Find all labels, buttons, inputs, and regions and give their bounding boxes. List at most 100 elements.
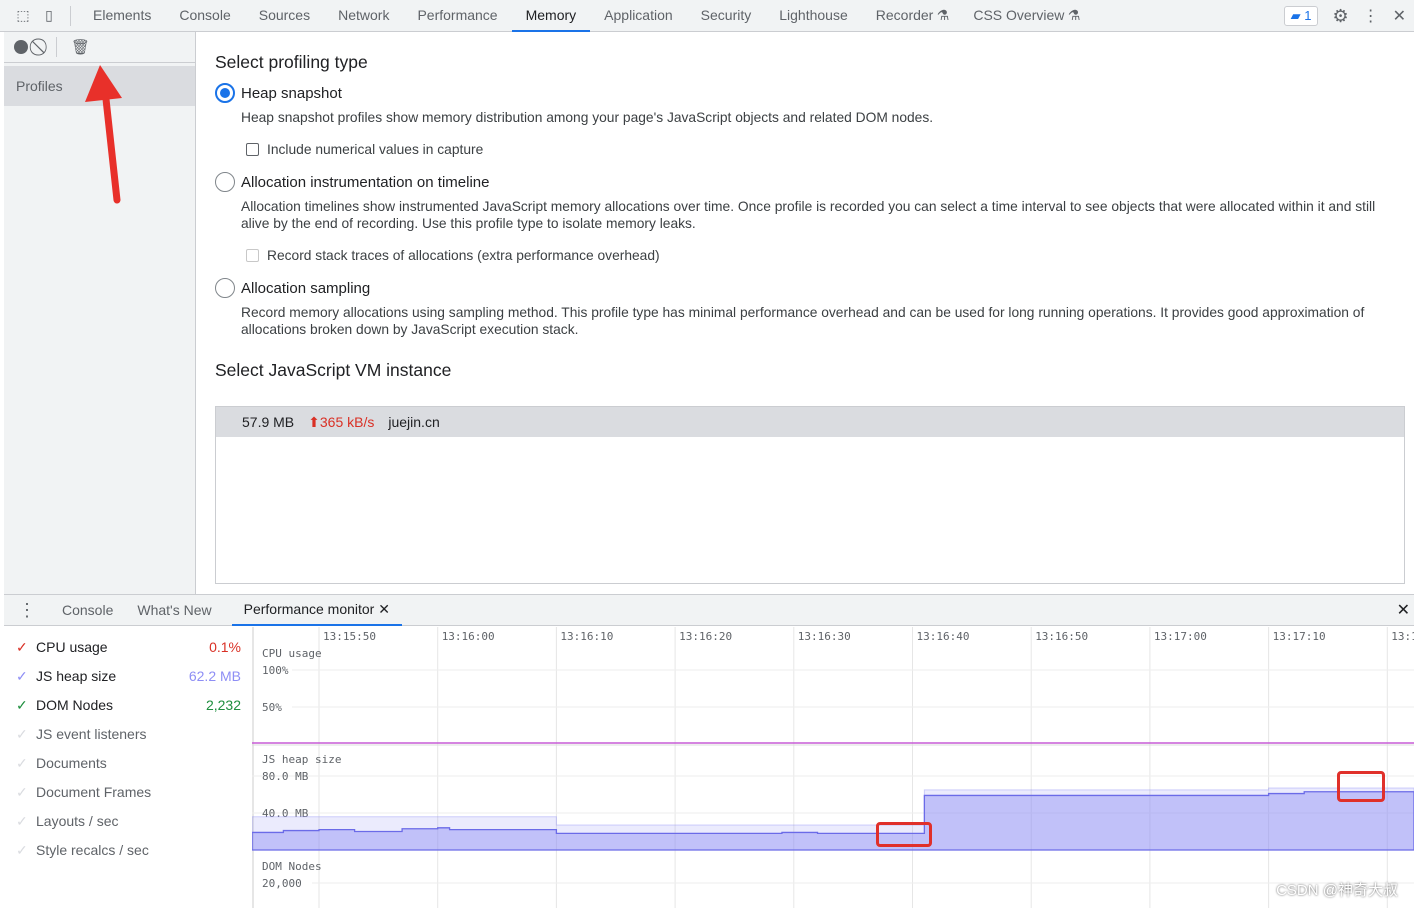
issues-badge[interactable]: ▰ 1 [1283,6,1319,26]
option-description: Allocation timelines show instrumented J… [241,199,1376,231]
check-icon[interactable]: ✓ [16,755,36,772]
checkbox[interactable] [246,249,259,262]
metric-toggle[interactable]: ✓ JS event listeners [16,726,241,743]
metric-label: Document Frames [36,784,152,800]
arrow-up-icon: ⬆ [308,413,320,430]
gear-icon[interactable]: ⚙ [1332,6,1348,27]
time-tick-label: 13:16:50 [1035,630,1088,643]
heap-chart-title: JS heap size [262,753,341,766]
tab-lighthouse[interactable]: Lighthouse [765,0,862,32]
cpu-chart-title: CPU usage [262,647,322,660]
metric-value: 62.2 MB [188,668,241,684]
inspect-element-icon[interactable]: ⬚ [10,7,36,24]
metric-label: Style recalcs / sec [36,842,149,858]
profiling-type-heading: Select profiling type [215,52,368,72]
memory-panel: Select profiling type Heap snapshot Heap… [215,32,1405,381]
dom-chart-title: DOM Nodes [262,860,322,873]
time-tick-label: 13:16:00 [442,630,495,643]
vm-instance-list: 57.9 MB ⬆365 kB/s juejin.cn [215,406,1405,584]
radio-allocation-timeline[interactable]: Allocation instrumentation on timeline [215,172,1405,192]
record-stack-traces-checkbox[interactable]: Record stack traces of allocations (extr… [246,248,1405,263]
close-drawer-icon[interactable]: ✕ [1397,600,1410,620]
experimental-icon: ⚗ [1067,6,1081,23]
more-menu-icon[interactable]: ⋮ [1363,6,1379,26]
trash-icon[interactable]: 🗑 [71,38,90,56]
cpu-tick-label: 50% [262,701,282,714]
red-highlight-box [1337,771,1385,802]
option-description: Heap snapshot profiles show memory distr… [241,110,934,125]
metric-toggle[interactable]: ✓ Document Frames [16,784,241,801]
check-icon[interactable]: ✓ [16,813,36,830]
check-icon[interactable]: ✓ [16,842,36,859]
drawer-tab-console[interactable]: Console [50,595,125,625]
check-icon[interactable]: ✓ [16,668,36,685]
radio-button[interactable] [215,172,235,192]
tab-sources[interactable]: Sources [245,0,324,32]
radio-heap-snapshot[interactable]: Heap snapshot [215,83,1405,103]
radio-allocation-sampling[interactable]: Allocation sampling [215,278,1405,298]
check-icon[interactable]: ✓ [16,639,36,656]
checkbox-label: Include numerical values in capture [267,142,484,157]
metric-label: CPU usage [36,639,108,655]
tab-css-overview[interactable]: CSS Overview ⚗ [959,0,1090,32]
issues-count: 1 [1304,8,1312,23]
option-label: Allocation sampling [241,279,371,297]
close-tab-icon[interactable]: ✕ [378,601,390,617]
time-tick-label: 13:15:50 [323,630,376,643]
tab-elements[interactable]: Elements [79,0,165,32]
radio-button[interactable] [215,278,235,298]
vm-instance-heading: Select JavaScript VM instance [215,360,452,380]
option-label: Allocation instrumentation on timeline [241,173,490,191]
tab-recorder[interactable]: Recorder ⚗ [862,0,960,32]
red-arrow-annotation [85,65,122,204]
metric-value: 2,232 [205,697,241,713]
check-icon[interactable]: ✓ [16,784,36,801]
drawer-tab-performance-monitor[interactable]: Performance monitor ✕ [231,594,402,626]
include-numerical-checkbox[interactable]: Include numerical values in capture [246,142,1405,157]
device-toolbar-icon[interactable]: ▯ [36,7,62,24]
tab-performance[interactable]: Performance [403,0,511,32]
checkbox[interactable] [246,143,259,156]
red-highlight-box [876,822,932,847]
vm-heap-size: 57.9 MB [242,414,295,430]
metric-toggle[interactable]: ✓ Style recalcs / sec [16,842,241,859]
time-tick-label: 13:17:20 [1391,630,1414,643]
divider [70,5,71,26]
time-tick-label: 13:16:30 [798,630,851,643]
close-icon[interactable]: ✕ [1393,6,1406,26]
radio-button[interactable] [215,83,235,103]
tab-console[interactable]: Console [165,0,244,32]
tab-network[interactable]: Network [324,0,403,32]
devtools-tabbar: ⬚ ▯ Elements Console Sources Network Perform… [0,0,1414,32]
experimental-icon: ⚗ [936,6,950,23]
check-icon[interactable]: ✓ [16,697,36,714]
time-tick-label: 13:17:10 [1273,630,1326,643]
metric-value: 0.1% [209,639,241,655]
metric-label: JS event listeners [36,726,147,742]
dom-tick-label: 20,000 [262,877,302,890]
drawer-tab-whats-new[interactable]: What's New [125,595,223,625]
metric-toggle[interactable]: ✓ Layouts / sec [16,813,241,830]
metric-toggle[interactable]: ✓ Documents [16,755,241,772]
metric-toggle[interactable]: ✓ JS heap size 62.2 MB [16,668,241,685]
drawer-tabbar: ⋮ Console What's New Performance monitor… [4,594,1414,626]
vm-rate: 365 kB/s [319,413,375,430]
check-icon[interactable]: ✓ [16,726,36,743]
metric-toggle[interactable]: ✓ DOM Nodes 2,232 [16,697,241,714]
tab-application[interactable]: Application [590,0,687,32]
vm-instance-row[interactable]: 57.9 MB ⬆365 kB/s juejin.cn [216,407,1404,437]
metric-label: Layouts / sec [36,813,119,829]
metric-toggle[interactable]: ✓ CPU usage 0.1% [16,639,241,656]
vm-host: juejin.cn [388,414,440,430]
tab-memory[interactable]: Memory [511,0,591,32]
watermark: CSDN @神奇大叔 [1276,882,1398,899]
record-icon[interactable] [14,40,28,54]
drawer-menu-icon[interactable]: ⋮ [4,600,50,621]
tab-security[interactable]: Security [687,0,766,32]
time-tick-label: 13:16:40 [917,630,970,643]
metric-label: Documents [36,755,107,771]
time-tick-label: 13:16:20 [679,630,732,643]
option-description: Record memory allocations using sampling… [241,305,1365,337]
tab-label: Performance monitor [243,601,375,617]
time-tick-label: 13:17:00 [1154,630,1207,643]
